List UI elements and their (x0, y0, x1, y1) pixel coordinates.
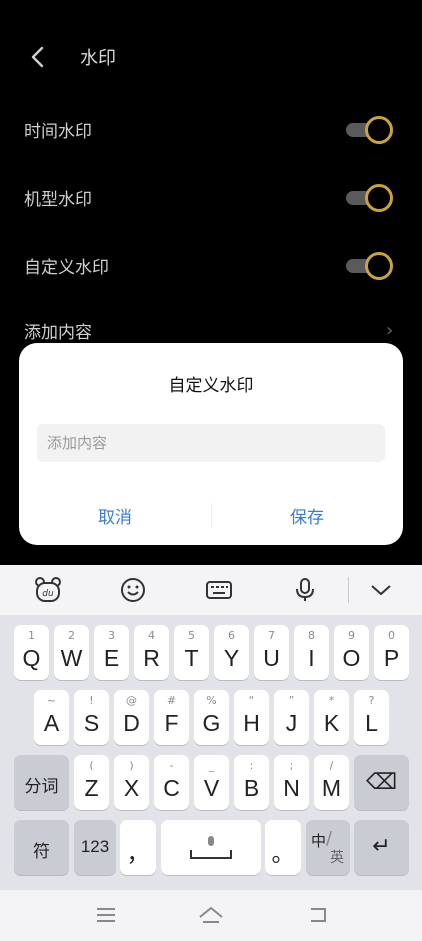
back-icon[interactable] (305, 902, 331, 928)
key-p[interactable]: 0P (374, 625, 409, 680)
key-n[interactable]: ; N (274, 755, 309, 810)
key-v[interactable]: _ V (194, 755, 229, 810)
key-g[interactable]: % G (194, 690, 229, 745)
backspace-icon: ⌫ (365, 769, 398, 794)
key-o[interactable]: 9O (334, 625, 369, 680)
key-f[interactable]: # F (154, 690, 189, 745)
key-a[interactable]: ~ A (34, 690, 69, 745)
back-chevron-icon[interactable] (28, 46, 48, 68)
comma-key[interactable]: ， (120, 820, 156, 875)
model-watermark-toggle[interactable] (346, 183, 394, 213)
setting-row-model-watermark[interactable]: 机型水印 (0, 169, 422, 225)
menu-icon[interactable] (93, 902, 119, 928)
key-h[interactable]: “H (234, 690, 269, 745)
setting-label: 时间水印 (24, 122, 92, 142)
word-segment-key[interactable]: 分词 (14, 755, 69, 810)
language-switch-key[interactable]: 中 / 英 (306, 820, 350, 875)
system-nav-bar (0, 890, 422, 941)
emoji-icon[interactable] (118, 575, 148, 605)
enter-icon: ↵ (372, 833, 391, 858)
keyboard-icon[interactable] (204, 575, 234, 605)
key-u[interactable]: 7U (254, 625, 289, 680)
watermark-text-input[interactable] (37, 424, 385, 462)
toolbar-divider (348, 577, 349, 603)
backspace-key[interactable]: ⌫ (354, 755, 409, 810)
soft-keyboard: 1Q 2W 3E 4R 5T 6Y 7U 8I 9O 0P ~ A ! S @ D #… (0, 615, 422, 890)
key-d[interactable]: @ D (114, 690, 149, 745)
key-w[interactable]: 2W (54, 625, 89, 680)
enter-key[interactable]: ↵ (354, 820, 409, 875)
time-watermark-toggle[interactable] (346, 115, 394, 145)
key-y[interactable]: 6Y (214, 625, 249, 680)
period-key[interactable]: 。 (265, 820, 301, 875)
numbers-key[interactable]: 123 (74, 820, 116, 875)
key-q[interactable]: 1Q (14, 625, 49, 680)
dialog-title: 自定义水印 (168, 376, 254, 396)
microphone-icon[interactable] (290, 575, 320, 605)
custom-watermark-toggle[interactable] (346, 251, 394, 281)
cancel-button[interactable]: 取消 (19, 503, 211, 528)
page-title: 水印 (80, 48, 116, 69)
svg-text:du: du (42, 589, 54, 599)
du-bear-icon[interactable]: du (33, 575, 63, 605)
key-x[interactable]: ) X (114, 755, 149, 810)
custom-watermark-dialog: 自定义水印 取消 保存 (19, 343, 403, 545)
key-e[interactable]: 3E (94, 625, 129, 680)
key-k[interactable]: * K (314, 690, 349, 745)
key-l[interactable]: ? L (354, 690, 389, 745)
key-t[interactable]: 5T (174, 625, 209, 680)
app-header: 水印 (0, 30, 422, 84)
setting-row-custom-watermark[interactable]: 自定义水印 (0, 237, 422, 293)
setting-label: 自定义水印 (24, 258, 109, 278)
key-c[interactable]: -C (154, 755, 189, 810)
key-m[interactable]: / M (314, 755, 349, 810)
key-j[interactable]: ” J (274, 690, 309, 745)
home-icon[interactable] (198, 902, 224, 928)
key-b[interactable]: :B (234, 755, 269, 810)
keyboard-toolbar: du (0, 565, 422, 615)
setting-label: 机型水印 (24, 190, 92, 210)
chevron-right-icon: › (386, 320, 394, 341)
save-button[interactable]: 保存 (211, 503, 403, 528)
setting-row-time-watermark[interactable]: 时间水印 (0, 101, 422, 157)
key-i[interactable]: 8I (294, 625, 329, 680)
space-mic-icon (190, 836, 232, 859)
key-z[interactable]: (Z (74, 755, 109, 810)
symbols-key[interactable]: 符 (14, 820, 69, 875)
space-key[interactable] (161, 820, 261, 875)
key-r[interactable]: 4R (134, 625, 169, 680)
collapse-chevron-icon[interactable] (366, 575, 396, 605)
key-s[interactable]: ! S (74, 690, 109, 745)
